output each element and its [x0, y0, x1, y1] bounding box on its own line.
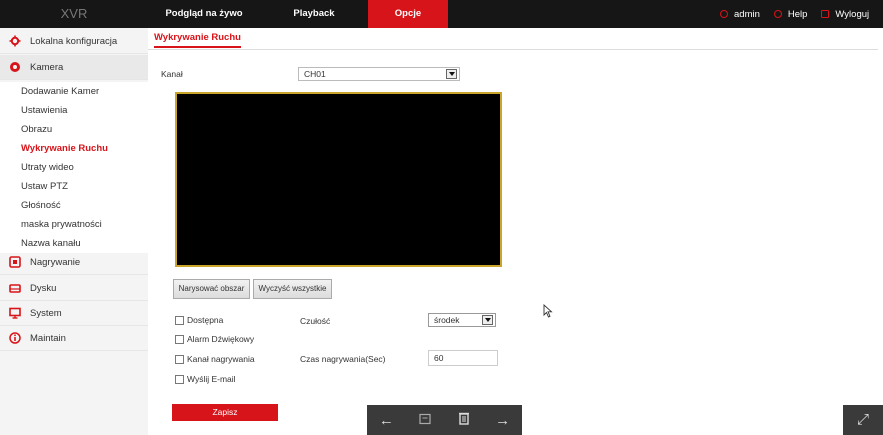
sidebar-item-system[interactable]: System — [0, 301, 148, 326]
main-content: Wykrywanie Ruchu Kanał CH01 Narysować ob… — [148, 28, 883, 435]
monitor-icon — [8, 306, 22, 320]
logout-label: Wyloguj — [835, 8, 870, 20]
enabled-label: Dostępna — [187, 315, 224, 325]
chevron-down-icon — [482, 315, 493, 325]
sidebar-item-camera[interactable]: Kamera — [0, 55, 148, 80]
sidebar-item-label: Kamera — [30, 61, 64, 73]
chevron-down-icon — [446, 69, 457, 79]
sidebar-subitem-volume[interactable]: Głośność — [0, 196, 148, 215]
record-channel-checkbox-row[interactable]: Kanał nagrywania — [175, 354, 255, 364]
draw-area-button[interactable]: Narysować obszar — [173, 279, 250, 299]
tab-playback[interactable]: Playback — [260, 0, 368, 28]
disk-icon — [8, 281, 22, 295]
sidebar-subitem-privacy-mask[interactable]: maska prywatności — [0, 215, 148, 234]
bottom-toolbar: ← → — [367, 405, 522, 435]
tab-motion-detection[interactable]: Wykrywanie Ruchu — [154, 32, 241, 48]
sensitivity-label: Czułość — [300, 316, 331, 326]
channel-select[interactable]: CH01 — [298, 67, 460, 81]
enabled-checkbox-row[interactable]: Dostępna — [175, 315, 223, 325]
sidebar-item-label: System — [30, 307, 62, 319]
sidebar-subitem-motion-detection[interactable]: Wykrywanie Ruchu — [0, 139, 148, 158]
help-label: Help — [787, 8, 808, 20]
sidebar-subitem-image[interactable]: Obrazu — [0, 120, 148, 139]
window-icon[interactable] — [413, 412, 437, 429]
fullscreen-icon[interactable]: ⤢ — [843, 405, 883, 435]
camera-icon — [8, 60, 22, 74]
logout-button[interactable]: Wyloguj — [821, 9, 869, 20]
sensitivity-select[interactable]: środek — [428, 313, 496, 327]
clear-all-button[interactable]: Wyczyść wszystkie — [253, 279, 332, 299]
help-button[interactable]: Help — [773, 8, 808, 20]
tab-divider — [148, 49, 878, 50]
record-channel-label: Kanał nagrywania — [187, 354, 255, 364]
alarm-sound-checkbox-row[interactable]: Alarm Dźwiękowy — [175, 334, 254, 344]
sidebar-item-local-config[interactable]: Lokalna konfiguracja — [0, 29, 148, 54]
user-button[interactable]: admin — [720, 9, 760, 20]
send-email-checkbox-row[interactable]: Wyślij E-mail — [175, 374, 236, 384]
top-bar: XVR Podgląd na żywo Playback Opcje admin… — [0, 0, 883, 28]
sidebar-item-label: Lokalna konfiguracja — [30, 35, 118, 47]
send-email-label: Wyślij E-mail — [187, 374, 236, 384]
record-time-input[interactable]: 60 — [428, 350, 498, 366]
info-icon — [8, 331, 22, 345]
send-email-checkbox[interactable] — [175, 374, 184, 384]
sensitivity-select-value: środek — [434, 315, 460, 325]
tab-live-view[interactable]: Podgląd na żywo — [148, 0, 260, 28]
save-button[interactable]: Zapisz — [172, 404, 278, 421]
alarm-sound-checkbox[interactable] — [175, 334, 184, 344]
tab-options[interactable]: Opcje — [368, 0, 448, 28]
sidebar-item-recording[interactable]: Nagrywanie — [0, 250, 148, 275]
logout-icon — [821, 10, 830, 18]
sidebar-item-label: Nagrywanie — [30, 256, 81, 268]
arrow-left-icon[interactable]: ← — [374, 412, 398, 429]
sidebar-item-label: Maintain — [30, 332, 66, 344]
record-channel-checkbox[interactable] — [175, 354, 184, 364]
trash-icon[interactable] — [452, 411, 476, 429]
record-icon — [8, 255, 22, 269]
sidebar: Lokalna konfiguracja Kamera Dodawanie Ka… — [0, 28, 148, 435]
user-label: admin — [734, 8, 760, 20]
channel-label: Kanał — [161, 69, 183, 79]
alarm-sound-label: Alarm Dźwiękowy — [187, 334, 255, 344]
sidebar-subitem-video-loss[interactable]: Utraty wideo — [0, 158, 148, 177]
arrow-right-icon[interactable]: → — [491, 412, 515, 429]
enabled-checkbox[interactable] — [175, 315, 184, 325]
help-icon — [773, 10, 782, 18]
record-time-label: Czas nagrywania(Sec) — [300, 354, 386, 364]
sidebar-subitem-settings[interactable]: Ustawienia — [0, 101, 148, 120]
video-preview[interactable] — [175, 92, 502, 267]
sidebar-item-maintain[interactable]: Maintain — [0, 326, 148, 351]
user-icon — [720, 10, 728, 18]
sidebar-item-disk[interactable]: Dysku — [0, 276, 148, 301]
gear-icon — [8, 34, 22, 48]
user-menu: admin Help Wyloguj — [706, 0, 869, 28]
sidebar-item-label: Dysku — [30, 282, 57, 294]
channel-select-value: CH01 — [304, 69, 326, 79]
brand-logo: XVR — [60, 6, 88, 21]
sidebar-subitem-ptz[interactable]: Ustaw PTZ — [0, 177, 148, 196]
sidebar-subitem-add-camera[interactable]: Dodawanie Kamer — [0, 82, 148, 101]
